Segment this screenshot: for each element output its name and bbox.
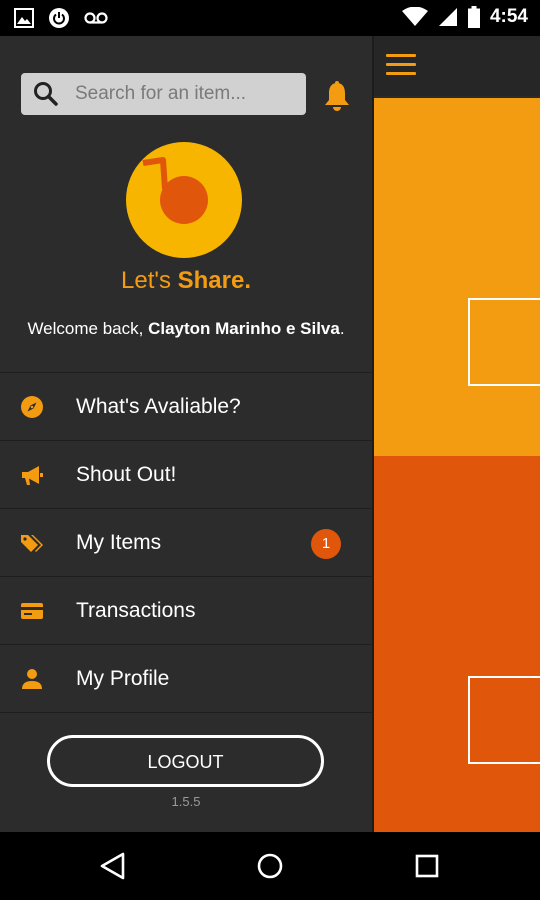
tile-frame <box>468 676 540 764</box>
power-circle-icon <box>49 8 69 28</box>
user-name: Clayton Marinho e Silva <box>148 319 340 338</box>
image-icon <box>14 8 34 28</box>
home-circle-icon[interactable] <box>254 850 286 882</box>
search-bar[interactable] <box>21 73 306 115</box>
category-tile-2[interactable] <box>372 456 540 832</box>
menu-item-my-items[interactable]: My Items 1 <box>0 508 372 576</box>
status-bar: 4:54 <box>0 0 540 36</box>
voicemail-icon <box>84 12 108 24</box>
megaphone-icon <box>22 466 43 485</box>
category-tile-1[interactable] <box>372 98 540 456</box>
notification-badge: 1 <box>311 529 341 559</box>
recents-square-icon[interactable] <box>411 850 443 882</box>
status-time: 4:54 <box>489 6 528 27</box>
welcome-prefix: Welcome back, <box>27 319 149 338</box>
wifi-icon <box>401 7 428 26</box>
tagline-prefix: Let's <box>121 267 178 294</box>
menu-item-my-profile[interactable]: My Profile <box>0 644 372 713</box>
person-icon <box>22 669 42 689</box>
search-input[interactable] <box>73 82 297 106</box>
app-logo <box>126 142 242 258</box>
credit-card-icon <box>21 603 43 619</box>
compass-icon <box>21 396 43 418</box>
menu-item-shout-out[interactable]: Shout Out! <box>0 440 372 508</box>
menu-item-label: Transactions <box>76 598 196 622</box>
search-icon <box>34 82 58 106</box>
system-nav-bar <box>0 832 540 900</box>
back-triangle-icon[interactable] <box>97 850 129 882</box>
bell-icon[interactable] <box>322 80 352 112</box>
menu-item-label: My Profile <box>76 666 170 690</box>
app-version: 1.5.5 <box>171 794 201 809</box>
tagline-bold: Share. <box>177 267 251 294</box>
navigation-drawer: Let's Share. Welcome back, Clayton Marin… <box>0 36 374 832</box>
menu-item-label: Shout Out! <box>76 462 177 486</box>
battery-icon <box>467 6 480 28</box>
hamburger-menu-icon[interactable] <box>386 54 416 78</box>
main-toolbar <box>372 36 540 96</box>
signal-icon <box>438 8 457 26</box>
tile-frame <box>468 298 540 386</box>
welcome-message: Welcome back, Clayton Marinho e Silva. <box>0 319 372 339</box>
drawer-menu: What's Avaliable? Shout Out! My Items 1 <box>0 372 372 713</box>
main-content <box>372 36 540 832</box>
app-tagline: Let's Share. <box>0 267 372 295</box>
logout-button[interactable]: LOGOUT <box>47 735 324 787</box>
menu-item-transactions[interactable]: Transactions <box>0 576 372 644</box>
menu-item-whats-available[interactable]: What's Avaliable? <box>0 372 372 440</box>
menu-item-label: What's Avaliable? <box>76 394 241 418</box>
welcome-suffix: . <box>339 319 345 338</box>
menu-item-label: My Items <box>76 530 162 554</box>
tags-icon <box>21 535 43 552</box>
